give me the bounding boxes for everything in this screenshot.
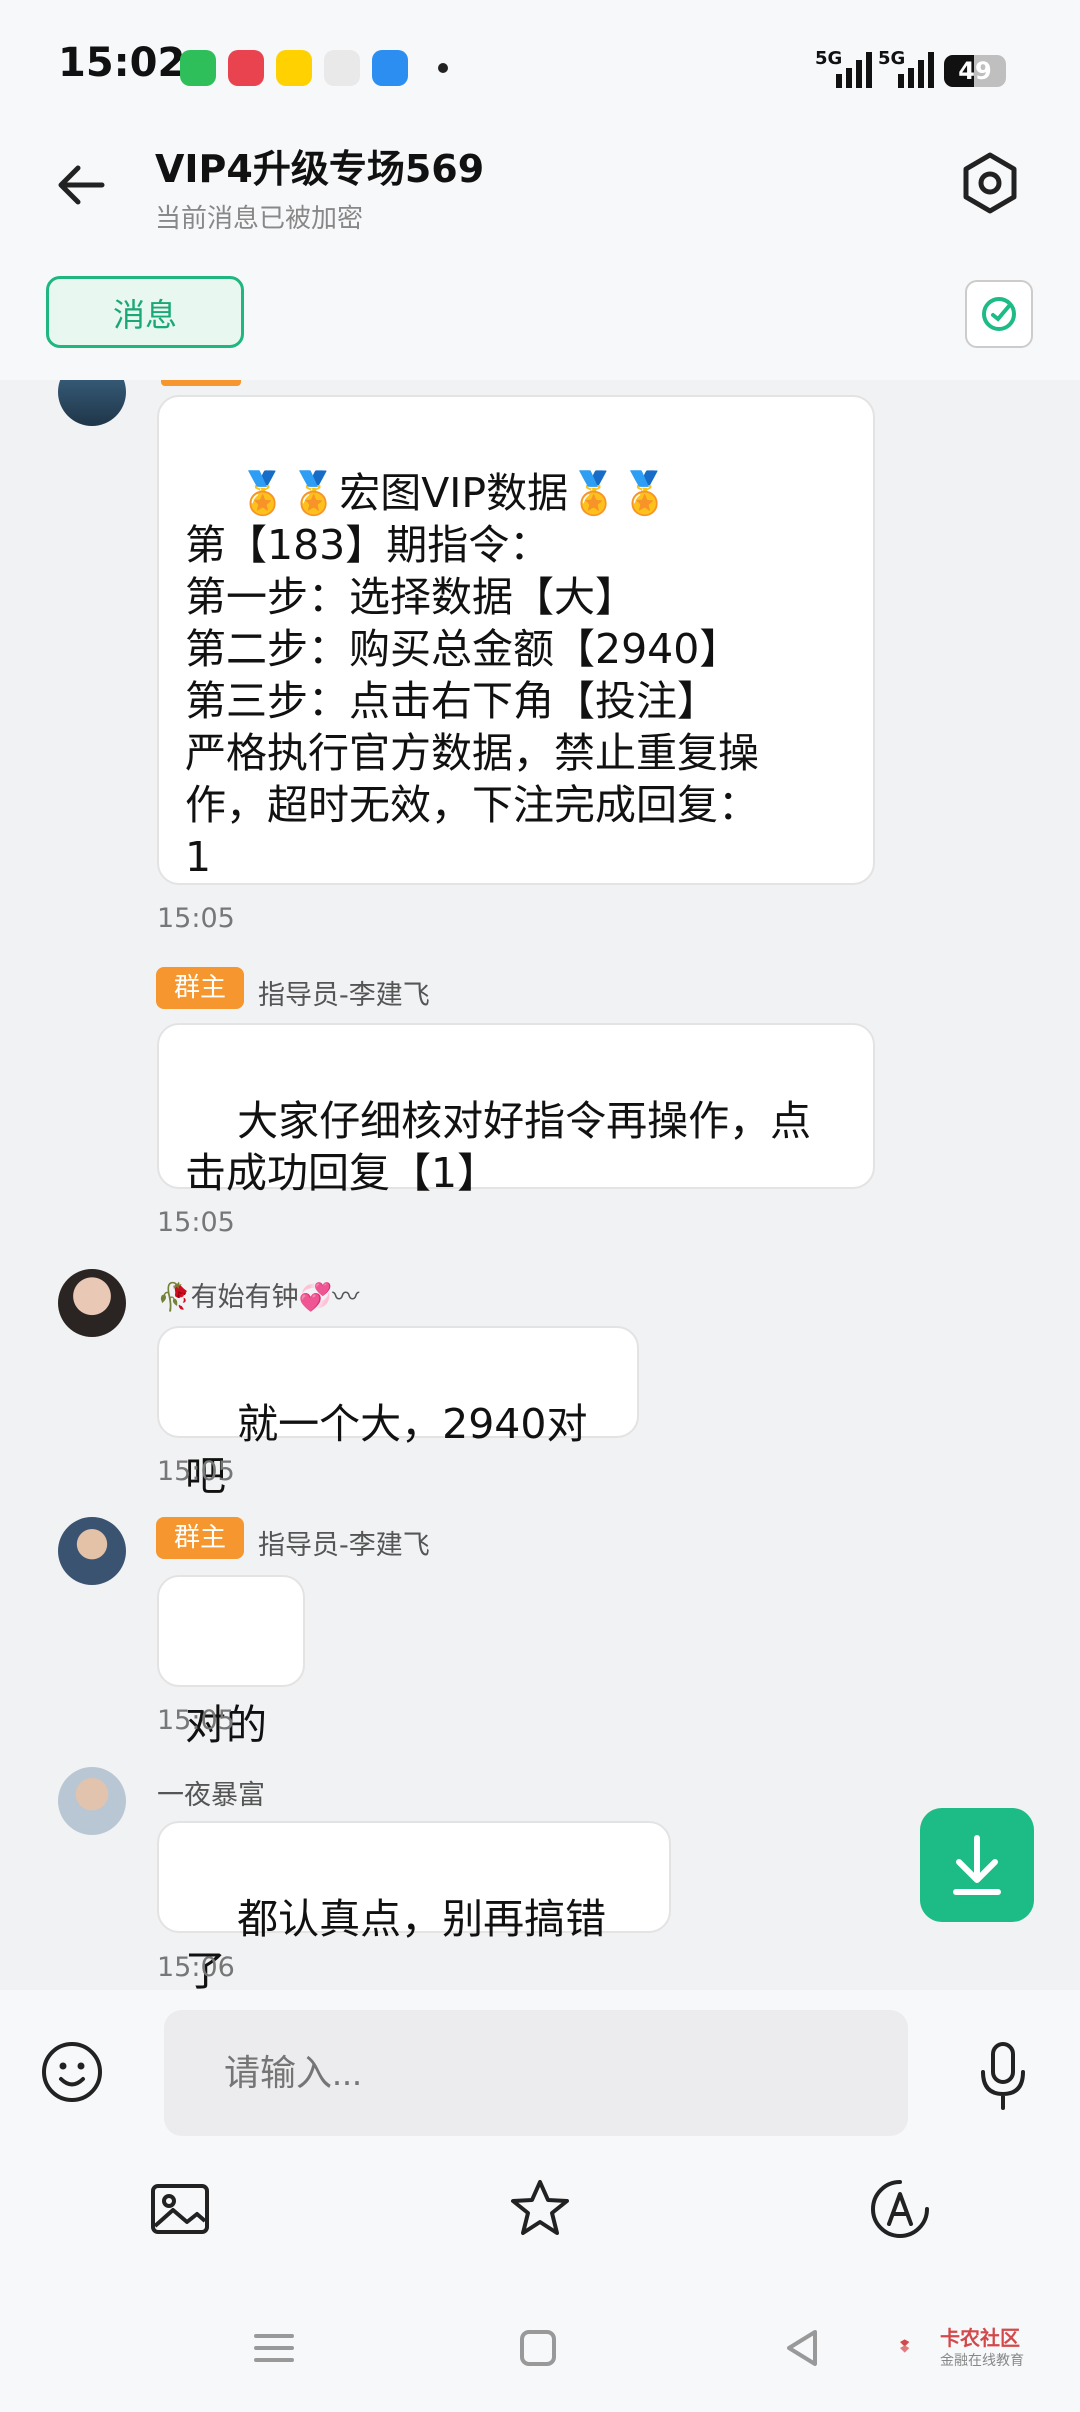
avatar[interactable]	[58, 1767, 126, 1835]
more-notifications-dot	[438, 63, 448, 73]
status-time: 15:02	[58, 40, 186, 86]
encryption-notice: 当前消息已被加密	[155, 204, 364, 234]
auto-translate-icon[interactable]	[867, 2176, 933, 2242]
avatar[interactable]	[58, 1269, 126, 1337]
message-input[interactable]	[164, 2010, 908, 2136]
image-icon[interactable]	[147, 2176, 213, 2242]
message-time: 15:05	[157, 1207, 235, 1238]
message-bubble[interactable]: 就一个大，2940对吧	[157, 1326, 639, 1500]
favorite-star-icon[interactable]	[507, 2176, 573, 2242]
home-icon[interactable]	[510, 2320, 566, 2376]
badge-partial	[161, 380, 241, 386]
message-time: 15:05	[157, 1705, 235, 1736]
signal-icon	[836, 52, 872, 88]
notification-icons	[180, 50, 448, 86]
message-time: 15:06	[157, 1952, 235, 1983]
scroll-to-bottom-button[interactable]	[920, 1808, 1034, 1922]
iqiyi-icon	[180, 50, 216, 86]
avatar	[58, 380, 126, 426]
owner-badge: 群主	[156, 967, 245, 1009]
microphone-icon[interactable]	[975, 2040, 1031, 2112]
message-bubble[interactable]: 对的	[157, 1575, 305, 1749]
battery-level: 49	[958, 57, 992, 85]
target-check-icon	[982, 297, 1016, 331]
message-text: 大家仔细核对好指令再操作，点 击成功回复【1】	[185, 1097, 812, 1197]
watermark-subtitle: 金融在线教育	[940, 2353, 1024, 2369]
emoji-icon[interactable]	[40, 2040, 104, 2104]
video-icon	[228, 50, 264, 86]
message-text: 🏅🏅宏图VIP数据🏅🏅 第【183】期指令： 第一步：选择数据【大】 第二步：购…	[185, 469, 759, 881]
sender-name: 🥀有始有钟💞〰	[157, 1282, 360, 1313]
status-bar: 15:02 5G 5G 49	[0, 0, 1080, 130]
meituan-icon	[276, 50, 312, 86]
battery-icon: 49	[944, 55, 1006, 87]
message-time: 15:05	[157, 903, 235, 934]
oppo-icon	[324, 50, 360, 86]
owner-badge: 群主	[156, 1517, 245, 1559]
message-list[interactable]: 🏅🏅宏图VIP数据🏅🏅 第【183】期指令： 第一步：选择数据【大】 第二步：购…	[0, 380, 1080, 1990]
avatar[interactable]	[58, 1517, 126, 1585]
sender-name: 指导员-李建飞	[258, 980, 430, 1011]
settings-icon[interactable]	[955, 148, 1025, 218]
chat-title: VIP4升级专场569	[155, 147, 485, 191]
tab-messages[interactable]: 消息	[46, 276, 244, 348]
message-text: 就一个大，2940对吧	[185, 1400, 588, 1500]
watermark-logo-icon	[900, 2339, 910, 2353]
download-arrow-icon	[953, 1835, 1001, 1895]
browser-icon	[372, 50, 408, 86]
message-time: 15:05	[157, 1456, 235, 1487]
signal-icon-2	[898, 52, 934, 88]
message-bubble[interactable]: 🏅🏅宏图VIP数据🏅🏅 第【183】期指令： 第一步：选择数据【大】 第二步：购…	[157, 395, 875, 885]
watermark-name: 卡农社区	[940, 2326, 1020, 2350]
check-target-button[interactable]	[965, 280, 1033, 348]
message-bubble[interactable]: 都认真点，别再搞错了	[157, 1821, 671, 1990]
back-nav-icon[interactable]	[775, 2320, 831, 2376]
message-text: 都认真点，别再搞错了	[185, 1895, 607, 1990]
menu-icon[interactable]	[246, 2320, 302, 2376]
sender-name: 指导员-李建飞	[258, 1530, 430, 1561]
back-arrow-icon[interactable]	[46, 150, 116, 220]
message-bubble[interactable]: 大家仔细核对好指令再操作，点 击成功回复【1】	[157, 1023, 875, 1197]
sender-name: 一夜暴富	[157, 1780, 265, 1811]
